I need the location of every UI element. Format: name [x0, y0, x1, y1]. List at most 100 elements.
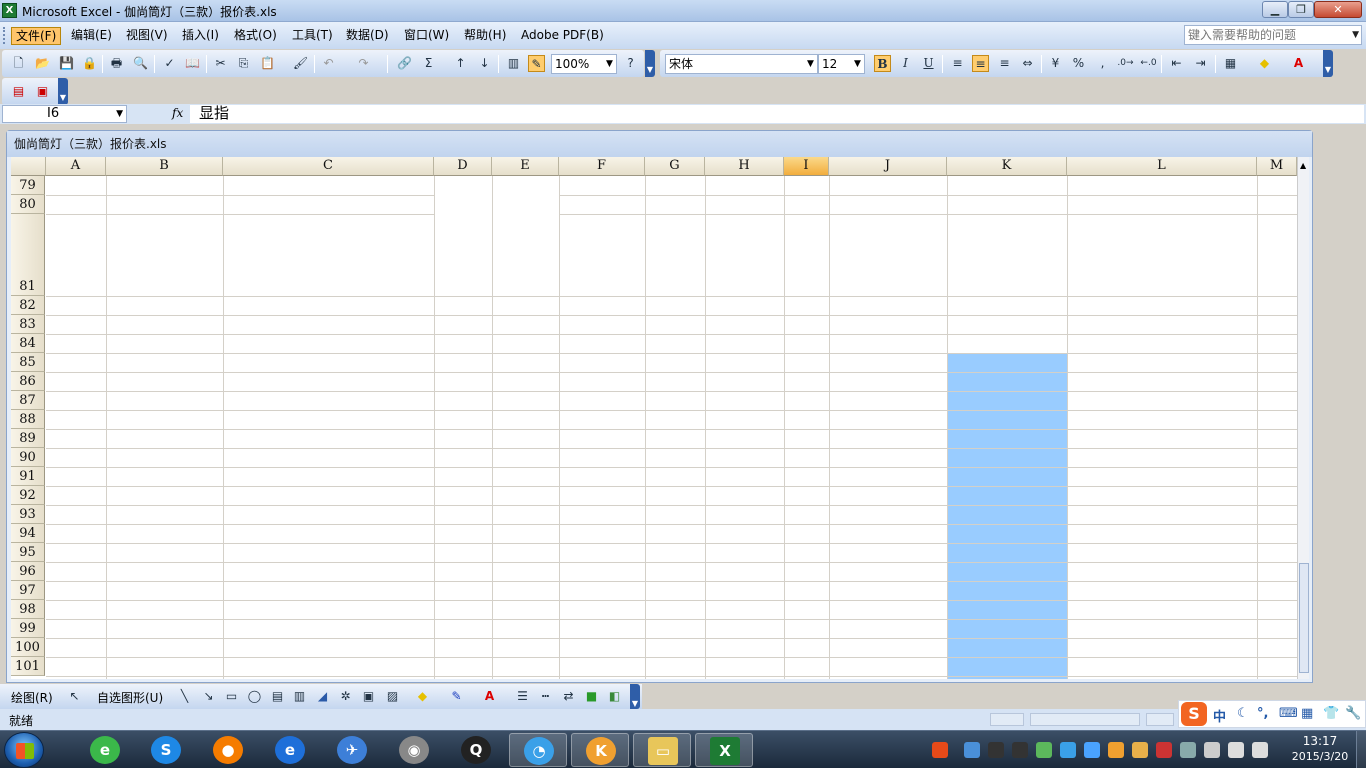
row-header-98[interactable]: 98: [11, 600, 45, 619]
italic-button[interactable]: I: [897, 55, 914, 72]
row-header-81[interactable]: 81: [11, 214, 45, 296]
autoshapes-menu[interactable]: 自选图形(U): [97, 689, 163, 706]
taskbar-app-fruit[interactable]: K: [571, 733, 629, 767]
close-button[interactable]: ✕: [1314, 1, 1362, 18]
scroll-up-icon[interactable]: ▲: [1300, 161, 1306, 170]
column-header-h[interactable]: H: [705, 157, 784, 176]
row-header-85[interactable]: 85: [11, 353, 45, 372]
signal-icon[interactable]: [1228, 742, 1244, 758]
menu-format[interactable]: 格式(O): [230, 27, 281, 45]
insert-function-icon[interactable]: fx: [172, 106, 183, 120]
convert-to-pdf-icon[interactable]: ▤: [10, 83, 27, 100]
sort-ascending-icon[interactable]: ↑: [452, 55, 469, 72]
cut-icon[interactable]: ✂: [212, 55, 229, 72]
fill-color-icon[interactable]: ◆: [1256, 55, 1273, 72]
row-header-84[interactable]: 84: [11, 334, 45, 353]
line-style-icon[interactable]: ☰: [514, 688, 531, 705]
chevron-down-icon[interactable]: ▼: [851, 55, 864, 73]
taskbar-app-file-explorer[interactable]: ▭: [633, 733, 691, 767]
line-icon[interactable]: ╲: [176, 688, 193, 705]
sogou-tray-icon[interactable]: [932, 742, 948, 758]
row-header-93[interactable]: 93: [11, 505, 45, 524]
row-header-94[interactable]: 94: [11, 524, 45, 543]
diagram-icon[interactable]: ✲: [337, 688, 354, 705]
column-header-m[interactable]: M: [1257, 157, 1297, 176]
oval-icon[interactable]: ◯: [246, 688, 263, 705]
row-header-99[interactable]: 99: [11, 619, 45, 638]
font-color-icon[interactable]: A: [481, 688, 498, 705]
column-header-b[interactable]: B: [106, 157, 223, 176]
taskbar-app-bird[interactable]: ◔: [509, 733, 567, 767]
row-header-86[interactable]: 86: [11, 372, 45, 391]
highlighted-cells-k[interactable]: [947, 353, 1067, 679]
tray-app-icon[interactable]: [964, 742, 980, 758]
chevron-down-icon[interactable]: ▼: [603, 55, 616, 73]
draw-menu[interactable]: 绘图(R): [11, 689, 53, 706]
dash-style-icon[interactable]: ┅: [537, 688, 554, 705]
wrench-icon[interactable]: 🔧: [1345, 706, 1361, 721]
borders-icon[interactable]: ▦: [1222, 55, 1239, 72]
device-icon[interactable]: [1204, 742, 1220, 758]
keyboard-icon[interactable]: ⌨: [1279, 706, 1298, 721]
column-header-i[interactable]: I: [784, 157, 829, 176]
360-tray-icon[interactable]: [1036, 742, 1052, 758]
show-desktop-button[interactable]: [1356, 731, 1366, 768]
row-header-101[interactable]: 101: [11, 657, 45, 676]
paste-icon[interactable]: 📋: [259, 55, 276, 72]
bluetooth-icon[interactable]: [1180, 742, 1196, 758]
boat-tray-icon[interactable]: [1132, 742, 1148, 758]
undo-icon[interactable]: ↶: [320, 55, 337, 72]
font-select[interactable]: 宋体 ▼: [665, 54, 818, 74]
save-icon[interactable]: 💾: [58, 55, 75, 72]
row-header-80[interactable]: 80: [11, 195, 45, 214]
copy-icon[interactable]: ⎘: [235, 55, 252, 72]
sort-descending-icon[interactable]: ↓: [476, 55, 493, 72]
taskbar-app-internet-explorer[interactable]: e: [261, 733, 319, 767]
help-search-input[interactable]: 键入需要帮助的问题 ▼: [1184, 25, 1362, 45]
column-header-c[interactable]: C: [223, 157, 434, 176]
volume-icon[interactable]: [1252, 742, 1268, 758]
column-header-e[interactable]: E: [492, 157, 559, 176]
minimize-button[interactable]: ▁: [1262, 1, 1288, 18]
select-all-corner[interactable]: [11, 157, 46, 176]
ime-mode-toggle[interactable]: 中: [1213, 706, 1226, 725]
format-painter-icon[interactable]: 🖌: [292, 55, 309, 72]
menu-edit[interactable]: 编辑(E): [67, 27, 116, 45]
taskbar-app-360-browser[interactable]: e: [76, 733, 134, 767]
picture-icon[interactable]: ▨: [384, 688, 401, 705]
box-tray-icon[interactable]: [1108, 742, 1124, 758]
column-header-k[interactable]: K: [947, 157, 1067, 176]
name-box[interactable]: I6 ▼: [2, 105, 127, 123]
redo-icon[interactable]: ↷: [355, 55, 372, 72]
chart-wizard-icon[interactable]: ▥: [505, 55, 522, 72]
close-tray-icon[interactable]: [1156, 742, 1172, 758]
chevron-down-icon[interactable]: ▼: [804, 55, 817, 73]
wordart-icon[interactable]: ◢: [314, 688, 331, 705]
toolbar-options-icon[interactable]: ▼: [645, 50, 655, 77]
maximize-button[interactable]: ❐: [1288, 1, 1314, 18]
row-header-82[interactable]: 82: [11, 296, 45, 315]
menu-insert[interactable]: 插入(I): [178, 27, 223, 45]
scrollbar-thumb[interactable]: [1299, 563, 1309, 673]
zoom-select[interactable]: 100% ▼: [551, 54, 617, 74]
permission-icon[interactable]: 🔒: [81, 55, 98, 72]
line-color-icon[interactable]: ✎: [448, 688, 465, 705]
decrease-decimal-icon[interactable]: ←.0: [1140, 55, 1157, 72]
menu-file[interactable]: 文件(F): [11, 27, 62, 45]
row-header-83[interactable]: 83: [11, 315, 45, 334]
menu-data[interactable]: 数据(D): [342, 27, 393, 45]
column-header-a[interactable]: A: [46, 157, 106, 176]
help-icon[interactable]: ?: [622, 55, 639, 72]
autosum-icon[interactable]: Σ: [420, 55, 437, 72]
clock[interactable]: 13:17 2015/3/20: [1290, 733, 1350, 765]
toolbar-grip[interactable]: [3, 27, 6, 44]
skin-icon[interactable]: ▦: [1301, 706, 1313, 721]
print-icon[interactable]: 🖶: [108, 55, 125, 72]
network-app-tray-icon[interactable]: [1084, 742, 1100, 758]
hyperlink-icon[interactable]: 🔗: [396, 55, 413, 72]
pdf-email-icon[interactable]: ▣: [34, 83, 51, 100]
menu-view[interactable]: 视图(V): [122, 27, 172, 45]
select-pointer-icon[interactable]: ↖: [66, 688, 83, 705]
arrow-icon[interactable]: ↘: [200, 688, 217, 705]
start-button[interactable]: [4, 732, 44, 768]
